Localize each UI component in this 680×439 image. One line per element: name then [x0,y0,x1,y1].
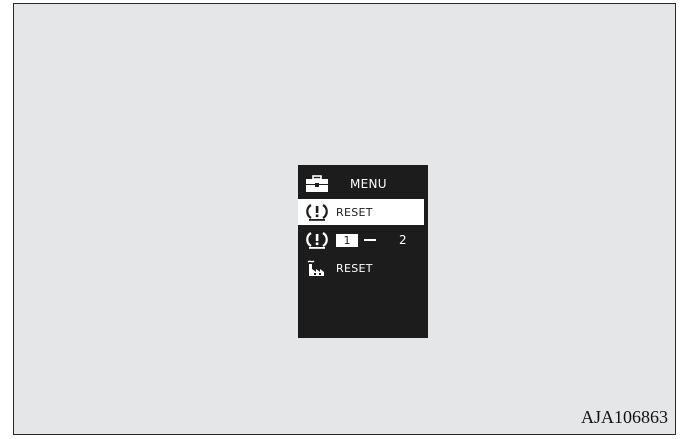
menu-header: MENU [298,171,428,197]
display-screen: MENU RESET 1 2 RESET [298,165,428,338]
menu-item-label: RESET [336,205,373,219]
menu-title: MENU [350,177,387,191]
toolbox-icon [304,174,330,194]
menu-item-tpms-select[interactable]: 1 2 [298,227,428,253]
factory-icon [304,258,330,278]
menu-item-tpms-reset[interactable]: RESET [298,199,424,225]
tire-pressure-warning-icon [304,202,330,222]
menu-item-factory-reset[interactable]: RESET [298,255,428,281]
other-value[interactable]: 2 [399,233,407,247]
figure-code: AJA106863 [580,407,668,427]
separator-dash [364,239,376,241]
illustration-frame: MENU RESET 1 2 RESET AJA106863 [13,3,676,435]
selected-value[interactable]: 1 [336,233,358,247]
tire-pressure-warning-icon [304,230,330,250]
menu-item-label: RESET [336,261,373,275]
